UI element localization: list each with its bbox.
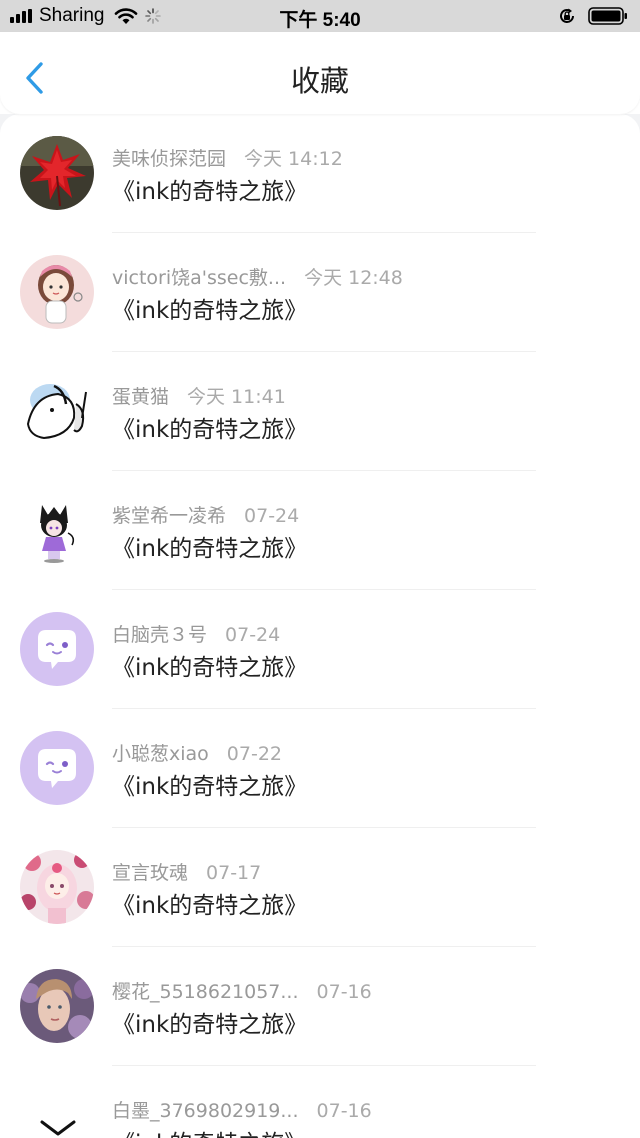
item-meta: 白墨_3769802919... 07-16 (112, 1096, 372, 1123)
user-name[interactable]: 宣言玫魂 (112, 862, 188, 884)
page-title: 收藏 (290, 64, 349, 98)
item-meta: 樱花_5518621057... 07-16 (112, 977, 372, 1004)
list-item[interactable]: victori饶a'ssec敷... 今天 12:48 《ink的奇特之旅》 (0, 233, 640, 352)
user-name[interactable]: 蛋黄猫 (112, 386, 169, 408)
status-right (558, 5, 628, 27)
user-name[interactable]: 樱花_5518621057... (112, 981, 299, 1003)
item-time: 今天 14:12 (244, 148, 343, 170)
chevron-down-icon (40, 1120, 76, 1136)
chat-bubble-avatar[interactable] (20, 612, 94, 686)
carrier-name: Sharing (39, 5, 105, 26)
portrait-photo-avatar[interactable] (20, 969, 94, 1043)
user-name[interactable]: 白脑壳３号 (112, 624, 207, 646)
avatar-image (20, 136, 94, 210)
list-item[interactable]: 白脑壳３号 07-24 《ink的奇特之旅》 (0, 590, 640, 709)
item-time: 今天 11:41 (187, 386, 286, 408)
avatar-image (20, 969, 94, 1043)
list-item[interactable]: 蛋黄猫 今天 11:41 《ink的奇特之旅》 (0, 352, 640, 471)
content-area: 美味侦探范园 今天 14:12 《ink的奇特之旅》 victori饶a'sse… (0, 114, 640, 1138)
item-time: 07-24 (225, 624, 281, 646)
item-meta: 蛋黄猫 今天 11:41 (112, 382, 286, 409)
list-item[interactable]: 小聪葱xiao 07-22 《ink的奇特之旅》 (0, 709, 640, 828)
item-title[interactable]: 《ink的奇特之旅》 (112, 1124, 307, 1138)
cartoon-girl-avatar[interactable] (20, 255, 94, 329)
avatar-image (20, 374, 94, 448)
avatar-image (20, 493, 94, 567)
item-time: 07-16 (316, 1100, 372, 1122)
list-item[interactable]: 宣言玫魂 07-17 《ink的奇特之旅》 (0, 828, 640, 947)
nav-header: 收藏 (0, 32, 640, 114)
wifi-icon (114, 8, 137, 24)
item-title[interactable]: 《ink的奇特之旅》 (112, 648, 307, 682)
sketch-character-avatar[interactable] (20, 374, 94, 448)
status-bar: Sharing 下午 5:40 (0, 0, 640, 32)
signal-icon (10, 9, 32, 23)
item-time: 07-16 (316, 981, 372, 1003)
item-meta: victori饶a'ssec敷... 今天 12:48 (112, 263, 403, 290)
item-title[interactable]: 《ink的奇特之旅》 (112, 529, 307, 563)
item-time: 07-24 (244, 505, 300, 527)
item-time: 07-22 (226, 743, 283, 765)
red-leaf-avatar[interactable] (20, 136, 94, 210)
item-meta: 美味侦探范园 今天 14:12 (112, 144, 343, 171)
item-time: 今天 12:48 (304, 267, 403, 289)
list-item[interactable]: 白墨_3769802919... 07-16 《ink的奇特之旅》 (0, 1066, 640, 1138)
user-name[interactable]: victori饶a'ssec敷... (112, 267, 286, 289)
item-time: 07-17 (206, 862, 262, 884)
item-meta: 小聪葱xiao 07-22 (112, 739, 282, 766)
avatar-image (20, 612, 94, 686)
avatar-image (20, 731, 94, 805)
item-meta: 白脑壳３号 07-24 (112, 620, 280, 647)
user-name[interactable]: 白墨_3769802919... (112, 1100, 299, 1122)
user-name[interactable]: 紫堂希一凌希 (112, 505, 226, 527)
avatar-image (20, 850, 94, 924)
back-button[interactable] (20, 60, 50, 96)
item-title[interactable]: 《ink的奇特之旅》 (112, 886, 307, 920)
item-title[interactable]: 《ink的奇特之旅》 (112, 291, 307, 325)
loading-spinner-icon (144, 8, 161, 24)
list-item[interactable]: 紫堂希一凌希 07-24 《ink的奇特之旅》 (0, 471, 640, 590)
rotation-lock-icon (560, 8, 574, 23)
user-name[interactable]: 美味侦探范园 (112, 148, 226, 170)
item-title[interactable]: 《ink的奇特之旅》 (112, 410, 307, 444)
list-item[interactable]: 樱花_5518621057... 07-16 《ink的奇特之旅》 (0, 947, 640, 1066)
floral-anime-avatar[interactable] (20, 850, 94, 924)
item-title[interactable]: 《ink的奇特之旅》 (112, 1005, 307, 1039)
item-meta: 紫堂希一凌希 07-24 (112, 501, 299, 528)
battery-icon (588, 7, 627, 25)
user-name[interactable]: 小聪葱xiao (112, 743, 209, 765)
item-meta: 宣言玫魂 07-17 (112, 858, 261, 885)
item-title[interactable]: 《ink的奇特之旅》 (112, 172, 307, 206)
favorites-list[interactable]: 美味侦探范园 今天 14:12 《ink的奇特之旅》 victori饶a'sse… (0, 114, 640, 1138)
scroll-down-button[interactable] (36, 1118, 80, 1138)
chevron-left-icon (26, 62, 43, 94)
status-left: Sharing (10, 5, 161, 27)
anime-chibi-avatar[interactable] (20, 493, 94, 567)
list-item[interactable]: 美味侦探范园 今天 14:12 《ink的奇特之旅》 (0, 114, 640, 233)
item-title[interactable]: 《ink的奇特之旅》 (112, 767, 307, 801)
avatar-image (20, 255, 94, 329)
chat-bubble-avatar[interactable] (20, 731, 94, 805)
